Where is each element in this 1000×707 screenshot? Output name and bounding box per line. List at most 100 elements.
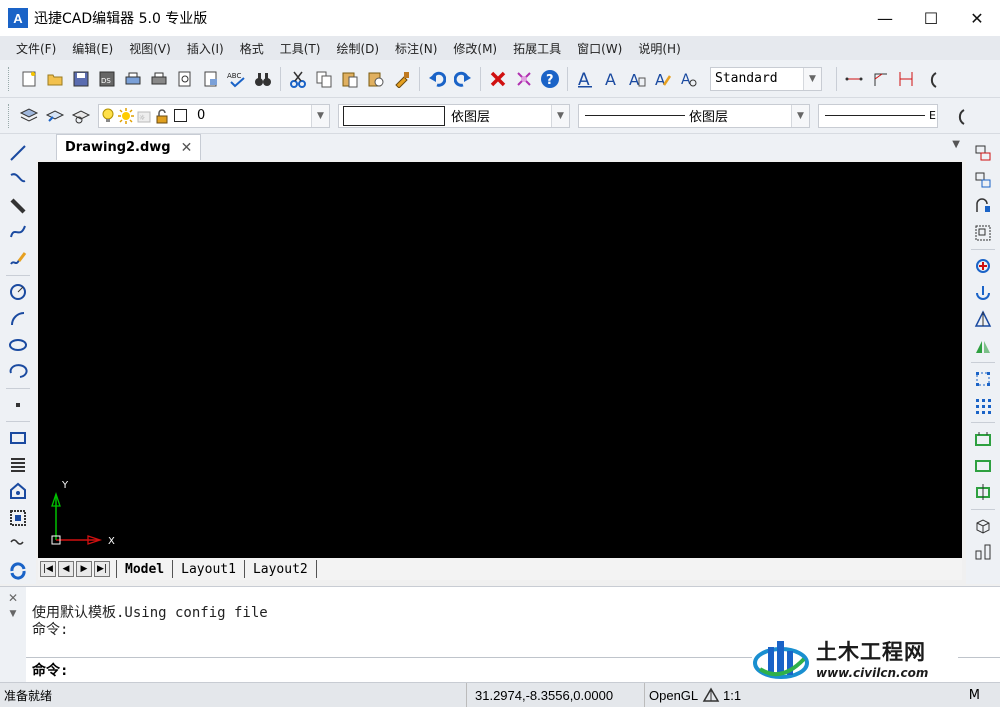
scale-icon[interactable] (970, 306, 996, 332)
menu-edit[interactable]: 编辑(E) (64, 40, 121, 57)
menu-help[interactable]: 说明(H) (630, 40, 688, 57)
menu-view[interactable]: 视图(V) (121, 40, 179, 57)
print-preview-icon[interactable] (172, 67, 198, 91)
close-command-icon[interactable]: ✕ (8, 591, 18, 605)
break-icon[interactable] (970, 479, 996, 505)
ordinate-dimension-icon[interactable] (893, 67, 919, 91)
region-icon[interactable] (5, 505, 31, 531)
stretch-icon[interactable] (970, 366, 996, 392)
line-icon[interactable] (5, 140, 31, 166)
find-text-icon[interactable]: A (676, 67, 702, 91)
circle-icon[interactable] (5, 279, 31, 305)
next-layout-icon[interactable]: ▶ (76, 561, 92, 577)
spline-icon[interactable] (5, 219, 31, 245)
print-icon[interactable] (120, 67, 146, 91)
match-properties-icon[interactable] (389, 67, 415, 91)
minimize-button[interactable]: — (862, 0, 908, 36)
ellipse-arc-icon[interactable] (5, 359, 31, 385)
sun-freeze-icon[interactable] (117, 104, 135, 128)
publish-icon[interactable] (198, 67, 224, 91)
menu-modify[interactable]: 修改(M) (445, 40, 505, 57)
lineweight-select[interactable]: E (818, 103, 938, 128)
text-style-select[interactable]: Standard ▼ (710, 66, 822, 91)
tab-list-dropdown-icon[interactable]: ▼ (952, 139, 960, 150)
explode-icon[interactable] (970, 539, 996, 565)
color-select[interactable]: 依图层 ▼ (338, 103, 570, 128)
trim-icon[interactable] (970, 426, 996, 452)
spell-check-icon[interactable]: ABC (224, 67, 250, 91)
layer-state-icon[interactable] (68, 104, 94, 128)
mirror-icon[interactable] (970, 333, 996, 359)
last-layout-icon[interactable]: ▶| (94, 561, 110, 577)
tab-model[interactable]: Model (116, 560, 172, 578)
redo-icon[interactable] (450, 67, 476, 91)
polyline-icon[interactable] (5, 166, 31, 192)
move-icon[interactable] (970, 253, 996, 279)
circle-tool-icon[interactable] (946, 104, 972, 128)
grid-points-icon[interactable] (970, 393, 996, 419)
help-icon[interactable]: ? (537, 67, 563, 91)
multiline-text-icon[interactable]: A (624, 67, 650, 91)
menu-insert[interactable]: 插入(I) (179, 40, 232, 57)
edit-text-icon[interactable]: A (650, 67, 676, 91)
linetype-select[interactable]: 依图层 ▼ (578, 103, 810, 128)
drawing-canvas[interactable]: Y X (38, 162, 962, 558)
maximize-button[interactable]: ☐ (908, 0, 954, 36)
layer-previous-icon[interactable] (42, 104, 68, 128)
undo-icon[interactable] (424, 67, 450, 91)
chevron-down-icon[interactable]: ▼ (551, 104, 569, 127)
close-tab-icon[interactable]: ✕ (181, 140, 193, 156)
offset-icon[interactable] (970, 193, 996, 219)
menu-format[interactable]: 格式 (232, 40, 272, 57)
menu-extended-tools[interactable]: 拓展工具 (505, 40, 569, 57)
toolbar-grip[interactable] (8, 103, 12, 128)
chevron-down-icon[interactable]: ▼ (803, 67, 821, 90)
close-button[interactable]: ✕ (954, 0, 1000, 36)
menu-window[interactable]: 窗口(W) (569, 40, 630, 57)
tab-layout1[interactable]: Layout1 (172, 560, 244, 578)
extend-icon[interactable] (970, 453, 996, 479)
purge-icon[interactable] (511, 67, 537, 91)
save-icon[interactable] (68, 67, 94, 91)
cut-icon[interactable] (285, 67, 311, 91)
arc-icon[interactable] (5, 306, 31, 332)
tab-layout2[interactable]: Layout2 (243, 560, 317, 578)
menu-tools[interactable]: 工具(T) (272, 40, 329, 57)
mirror-copy-icon[interactable] (970, 167, 996, 193)
command-window-handle[interactable]: ✕ ▼ (0, 587, 26, 683)
copy-icon[interactable] (311, 67, 337, 91)
layer-manager-icon[interactable] (16, 104, 42, 128)
annotation-scale[interactable]: 1:1 (702, 683, 741, 707)
command-input[interactable] (74, 661, 775, 678)
paste-icon[interactable] (337, 67, 363, 91)
copy-object-icon[interactable] (970, 140, 996, 166)
rectangle-icon[interactable] (5, 425, 31, 451)
multiline-icon[interactable] (5, 193, 31, 219)
menu-file[interactable]: 文件(F) (8, 40, 64, 57)
revision-cloud-icon[interactable] (5, 531, 31, 557)
text-style-icon[interactable]: A (572, 67, 598, 91)
3d-box-icon[interactable] (970, 513, 996, 539)
single-line-text-icon[interactable]: A (598, 67, 624, 91)
freeze-viewport-icon[interactable]: ☼ (135, 104, 153, 128)
open-file-icon[interactable] (42, 67, 68, 91)
chevron-down-icon[interactable]: ▼ (311, 104, 329, 127)
menu-draw[interactable]: 绘制(D) (328, 40, 387, 57)
menu-dimension[interactable]: 标注(N) (387, 40, 445, 57)
erase-icon[interactable] (485, 67, 511, 91)
boundary-icon[interactable] (5, 478, 31, 504)
save-as-icon[interactable]: DS (94, 67, 120, 91)
arc-dimension-icon[interactable] (919, 67, 945, 91)
new-file-icon[interactable] (16, 67, 42, 91)
sketch-icon[interactable] (5, 246, 31, 272)
ellipse-icon[interactable] (5, 332, 31, 358)
toolbar-grip[interactable] (8, 66, 12, 91)
status-trailing[interactable]: M (969, 683, 980, 707)
hatch-icon[interactable] (5, 452, 31, 478)
renderer-label[interactable]: OpenGL (644, 682, 698, 707)
prev-layout-icon[interactable]: ◀ (58, 561, 74, 577)
point-icon[interactable] (5, 392, 31, 418)
paste-special-icon[interactable] (363, 67, 389, 91)
command-dropdown-icon[interactable]: ▼ (10, 609, 17, 619)
insert-block-icon[interactable] (5, 558, 31, 584)
